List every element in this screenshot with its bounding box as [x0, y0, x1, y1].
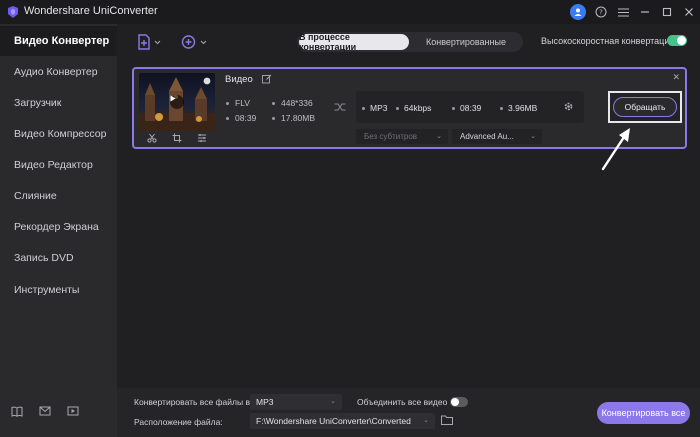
file-name: Видео: [225, 74, 253, 85]
trim-icon[interactable]: [147, 133, 157, 143]
user-icon: [569, 4, 586, 20]
output-size-value: 3.96MB: [508, 103, 538, 113]
chevron-down-icon: ⌄: [330, 398, 336, 405]
sidebar-item-merger[interactable]: Слияние: [0, 181, 117, 211]
help-button[interactable]: ?: [590, 0, 612, 24]
subtitle-dropdown[interactable]: Без субтитров ⌄: [356, 129, 448, 144]
add-from-device-button[interactable]: [181, 33, 207, 51]
remove-file-icon[interactable]: ✕: [672, 72, 680, 83]
sidebar-item-dvd-burner[interactable]: Запись DVD: [0, 243, 117, 273]
app-window: Wondershare UniConverter ? Видео Конверт…: [0, 0, 700, 437]
tab-converted[interactable]: Конвертированные: [411, 34, 521, 50]
merge-toggle[interactable]: [450, 397, 468, 407]
add-file-icon: [138, 34, 150, 50]
convert-highlight: Обращать: [608, 91, 682, 123]
sidebar-item-screen-recorder[interactable]: Рекордер Экрана: [0, 212, 117, 242]
output-format: MP3: [362, 103, 387, 113]
sidebar-item-audio-converter[interactable]: Аудио Конвертер: [0, 57, 117, 87]
output-size: 3.96MB: [500, 103, 537, 113]
feedback-button[interactable]: [66, 404, 80, 418]
output-settings[interactable]: MP3 64kbps 08:39 3.96MB: [356, 91, 584, 123]
play-icon: [170, 95, 176, 102]
output-format-value: MP3: [370, 103, 388, 113]
file-location-label: Расположение файла:: [134, 417, 223, 427]
source-resolution: 448*336: [272, 98, 313, 108]
source-format: FLV: [226, 98, 250, 108]
sidebar-item-toolbox[interactable]: Инструменты: [0, 275, 117, 305]
crop-icon[interactable]: [172, 133, 182, 143]
guide-button[interactable]: [10, 404, 24, 418]
high-speed-toggle[interactable]: [667, 35, 687, 46]
convert-all-to-label: Конвертировать все файлы в:: [134, 397, 253, 407]
output-bitrate-value: 64kbps: [404, 103, 432, 113]
audio-track-dropdown[interactable]: Advanced Au... ⌄: [452, 129, 542, 144]
output-duration-value: 08:39: [460, 103, 482, 113]
video-feedback-icon: [67, 406, 79, 415]
add-media-icon: [181, 35, 196, 49]
source-size-value: 17.80MB: [281, 113, 316, 123]
title-bar: Wondershare UniConverter ?: [0, 0, 700, 24]
source-size: 17.80MB: [272, 113, 315, 123]
minimize-icon: [641, 11, 649, 13]
output-format-select[interactable]: MP3 ⌄: [250, 394, 342, 410]
account-button[interactable]: [568, 0, 590, 24]
chevron-down-icon: [200, 40, 207, 44]
bottom-bar: Конвертировать все файлы в: MP3 ⌄ Объеди…: [117, 388, 700, 437]
audio-track-value: Advanced Au...: [460, 132, 514, 141]
app-logo-icon: [8, 6, 18, 18]
folder-icon[interactable]: [441, 415, 453, 425]
sidebar-item-video-editor[interactable]: Видео Редактор: [0, 150, 117, 180]
sidebar-item-video-converter[interactable]: Видео Конвертер: [0, 26, 117, 56]
play-button[interactable]: [170, 95, 184, 109]
output-duration: 08:39: [452, 103, 481, 113]
maximize-button[interactable]: [656, 0, 678, 24]
source-duration-value: 08:39: [235, 113, 257, 123]
close-button[interactable]: [678, 0, 700, 24]
convert-button[interactable]: Обращать: [613, 97, 677, 117]
convert-all-button[interactable]: Конвертировать все: [597, 402, 690, 424]
source-duration: 08:39: [226, 113, 256, 123]
subtitle-value: Без субтитров: [364, 132, 418, 141]
mail-icon: [39, 406, 51, 416]
maximize-icon: [662, 7, 672, 17]
annotation-arrow-icon: [601, 128, 630, 171]
output-bitrate: 64kbps: [396, 103, 431, 113]
conversion-tabs: В процессе конвертации Конвертированные: [297, 32, 523, 52]
minimize-button[interactable]: [634, 0, 656, 24]
chevron-down-icon: [154, 40, 161, 44]
help-icon: ?: [595, 6, 607, 18]
file-location-select[interactable]: F:\Wondershare UniConverter\Converted ⌄: [250, 413, 435, 429]
menu-icon: [617, 7, 629, 17]
sidebar-item-downloader[interactable]: Загрузчик: [0, 88, 117, 118]
source-resolution-value: 448*336: [281, 98, 313, 108]
convert-arrow-icon: [334, 103, 346, 111]
chevron-down-icon: ⌄: [436, 133, 442, 140]
info-icon: [203, 77, 211, 85]
output-format-select-value: MP3: [256, 397, 274, 407]
sidebar-item-video-compressor[interactable]: Видео Компрессор: [0, 119, 117, 149]
sidebar: Видео Конвертер Аудио Конвертер Загрузчи…: [0, 24, 117, 437]
book-icon: [11, 406, 23, 417]
effects-icon[interactable]: [197, 133, 207, 143]
svg-text:?: ?: [599, 9, 603, 17]
high-speed-label: Высокоскоростная конвертация: [541, 36, 675, 46]
merge-label: Объединить все видео: [357, 397, 448, 407]
tab-converting[interactable]: В процессе конвертации: [299, 32, 409, 52]
settings-gear-icon[interactable]: [563, 101, 574, 112]
app-title: Wondershare UniConverter: [24, 5, 158, 17]
video-thumbnail[interactable]: [139, 73, 215, 131]
add-files-button[interactable]: [137, 33, 161, 51]
toolbar: В процессе конвертации Конвертированные …: [117, 24, 700, 60]
rename-icon[interactable]: [262, 74, 272, 84]
file-location-value: F:\Wondershare UniConverter\Converted: [256, 416, 411, 426]
chevron-down-icon: ⌄: [423, 417, 429, 424]
source-format-value: FLV: [235, 98, 250, 108]
mail-button[interactable]: [38, 404, 52, 418]
close-icon: [685, 8, 693, 16]
chevron-down-icon: ⌄: [530, 133, 536, 140]
menu-button[interactable]: [612, 0, 634, 24]
